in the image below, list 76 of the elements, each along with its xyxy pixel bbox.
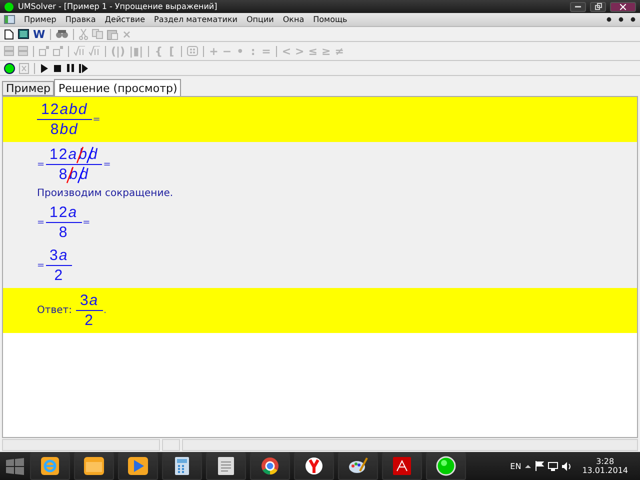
menu-item[interactable]: Опции [246, 15, 274, 24]
solution-text: Производим сокращение. [37, 188, 174, 199]
math-term: 2 [84, 311, 94, 330]
taskbar-button[interactable] [382, 452, 422, 480]
math-term: 3a [50, 246, 68, 265]
network-icon[interactable] [548, 462, 558, 470]
start-icon[interactable] [4, 456, 26, 476]
math-operator: = [103, 160, 111, 170]
math-term: 8 [58, 223, 68, 242]
step-icon[interactable] [78, 62, 89, 74]
calculator-icon [175, 457, 189, 475]
math-term: 2 [54, 266, 64, 285]
math-operator: = [37, 260, 45, 270]
taskbar-button[interactable] [206, 452, 246, 480]
pdf-reader-icon [393, 457, 411, 475]
media-player-icon [128, 457, 148, 475]
menu-item[interactable]: Помощь [313, 15, 348, 24]
taskbar-button[interactable] [30, 452, 70, 480]
menu-item[interactable]: Пример [24, 15, 56, 24]
web-browser-icon [261, 457, 279, 475]
taskbar-button[interactable] [426, 452, 466, 480]
math-term: 12a [50, 203, 78, 222]
status-light-icon[interactable] [3, 62, 16, 74]
math-operator: . [104, 306, 106, 316]
solution-text: Ответ: [37, 305, 72, 316]
math-term: 8bd [50, 120, 78, 139]
clock-date: 13.01.2014 [582, 466, 628, 475]
math-term: 8 [58, 165, 68, 184]
window-controls-icon[interactable] [606, 17, 636, 22]
menu-item[interactable]: Раздел математики [154, 15, 238, 24]
taskbar-button[interactable] [74, 452, 114, 480]
restore-button[interactable] [590, 2, 606, 12]
spreadsheet-icon[interactable] [17, 28, 30, 40]
minimize-icon [575, 6, 581, 8]
pause-icon[interactable] [65, 62, 76, 74]
tab[interactable]: Пример [2, 81, 54, 96]
math-operator: = [92, 114, 100, 124]
close-button[interactable] [610, 2, 636, 12]
math-operator: = [82, 218, 90, 228]
taskbar-button[interactable] [338, 452, 378, 480]
taskbar-button[interactable] [250, 452, 290, 480]
clock-time: 3:28 [596, 457, 614, 466]
menu-item[interactable]: Действие [104, 15, 146, 24]
toolbar-button[interactable]: W [32, 28, 46, 40]
menu-item[interactable]: Окна [282, 15, 304, 24]
stop-icon[interactable] [52, 62, 63, 74]
window-title: UMSolver - [Пример 1 - Упрощение выражений] [18, 2, 218, 11]
app-logo-icon [436, 456, 456, 476]
math-term: 12a [50, 145, 78, 164]
math-term: 3a [80, 291, 99, 310]
close-icon [620, 4, 626, 10]
flag-icon[interactable] [535, 461, 544, 471]
menu-item[interactable]: Правка [65, 15, 96, 24]
speaker-icon[interactable] [562, 462, 572, 470]
folder-icon [84, 457, 104, 475]
math-term: 12abd [41, 100, 88, 119]
restore-icon [594, 3, 602, 10]
minimize-button[interactable] [570, 2, 586, 12]
palette-icon [348, 457, 368, 475]
language-indicator[interactable]: EN [510, 462, 522, 470]
document-icon[interactable] [4, 15, 15, 24]
binoculars-icon[interactable] [55, 28, 70, 40]
browser-icon [41, 457, 59, 475]
taskbar-button[interactable] [162, 452, 202, 480]
status-pane [162, 439, 180, 451]
taskbar-button[interactable] [118, 452, 158, 480]
math-operator: = [37, 218, 45, 228]
taskbar-button[interactable] [294, 452, 334, 480]
caret-icon[interactable] [525, 464, 532, 468]
tab[interactable]: Решение (просмотр) [54, 79, 182, 96]
document-icon [218, 457, 234, 475]
new-file-icon[interactable] [3, 28, 15, 40]
app-icon [4, 2, 14, 12]
math-operator: = [37, 160, 45, 170]
play-icon[interactable] [39, 62, 50, 74]
browser-icon [305, 457, 323, 475]
